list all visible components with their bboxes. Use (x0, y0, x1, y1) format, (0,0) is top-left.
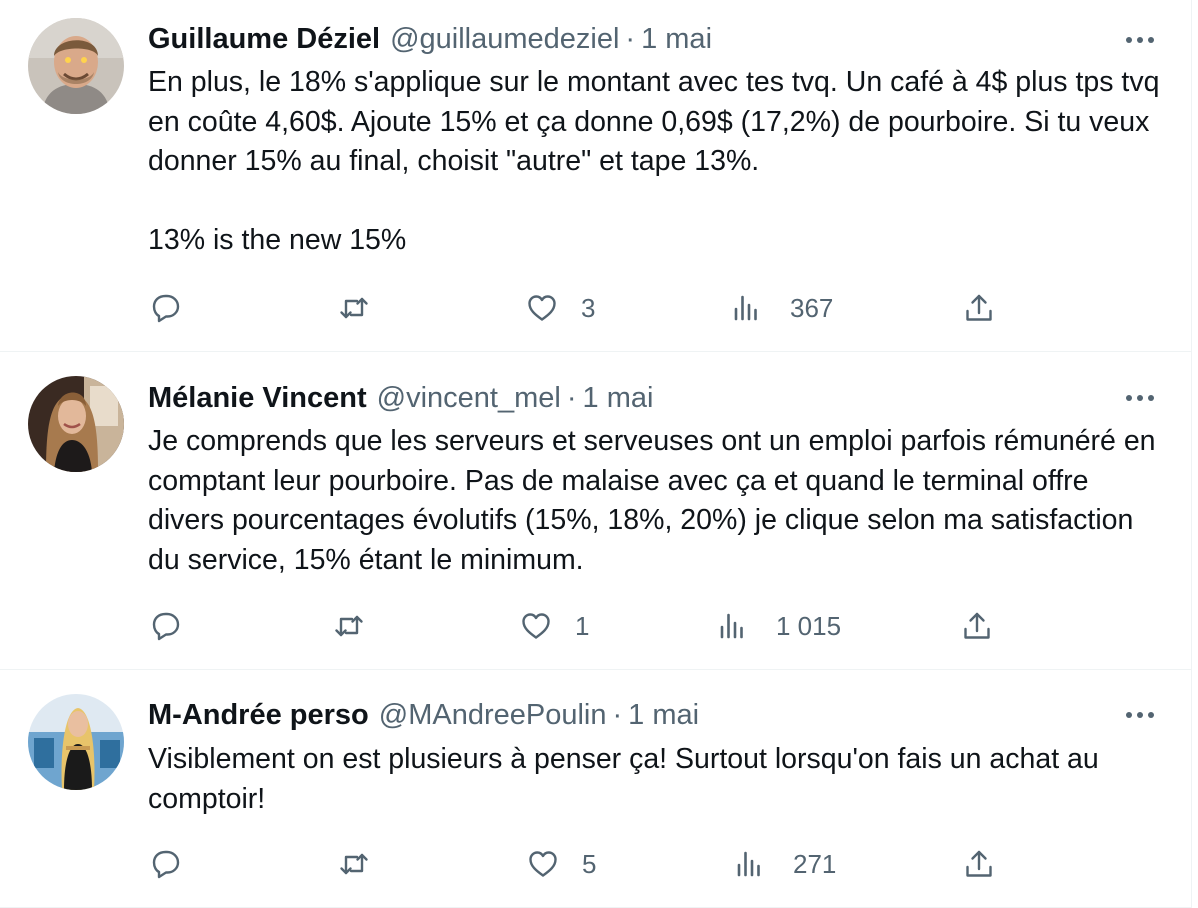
share-icon (964, 612, 990, 639)
reply-icon (152, 612, 180, 641)
more-button[interactable] (1122, 22, 1158, 58)
views-button[interactable]: 271 (733, 844, 836, 884)
retweet-button[interactable] (337, 844, 371, 884)
views-button[interactable]: 367 (730, 288, 833, 328)
tweet-feed: Guillaume Déziel @guillaumedeziel · 1 ma… (0, 0, 1198, 908)
author-handle[interactable]: @guillaumedeziel (390, 21, 619, 57)
like-count: 1 (575, 610, 590, 641)
separator-dot: · (625, 23, 636, 55)
author-handle[interactable]: @MAndreePoulin (379, 697, 607, 733)
tweet[interactable]: M-Andrée perso @MAndreePoulin · 1 mai Vi… (0, 670, 1192, 908)
tweet-paragraph: En plus, le 18% s'applique sur le montan… (148, 66, 1160, 177)
views-icon (720, 613, 743, 639)
avatar[interactable] (28, 694, 124, 790)
view-count: 367 (790, 292, 834, 323)
like-button[interactable]: 3 (525, 288, 595, 328)
heart-icon (529, 851, 557, 877)
reply-button[interactable] (149, 606, 183, 646)
avatar[interactable] (28, 376, 124, 472)
like-count: 3 (581, 292, 596, 323)
reply-button[interactable] (149, 288, 183, 328)
more-icon (1126, 395, 1154, 401)
tweet-paragraph: Je comprends que les serveurs et serveus… (148, 425, 1156, 576)
more-icon (1126, 712, 1154, 718)
reply-icon (152, 850, 180, 879)
tweet-text: Je comprends que les serveurs et serveus… (148, 422, 1168, 580)
reply-icon (152, 294, 180, 323)
like-button[interactable]: 1 (519, 606, 589, 646)
share-button[interactable] (962, 844, 996, 884)
tweet-header: Guillaume Déziel @guillaumedeziel · 1 ma… (148, 21, 1152, 57)
view-count: 271 (793, 848, 837, 879)
author-handle[interactable]: @vincent_mel (377, 380, 561, 416)
more-icon (1126, 37, 1154, 43)
heart-icon (528, 295, 556, 321)
views-icon (734, 295, 757, 321)
tweet-text: En plus, le 18% s'applique sur le montan… (148, 63, 1168, 261)
like-button[interactable]: 5 (526, 844, 596, 884)
retweet-button[interactable] (337, 288, 371, 328)
retweet-icon (340, 853, 368, 875)
retweet-button[interactable] (332, 606, 366, 646)
tweet-paragraph: 13% is the new 15% (148, 224, 407, 256)
view-count: 1 015 (776, 610, 842, 641)
tweet[interactable]: Guillaume Déziel @guillaumedeziel · 1 ma… (0, 0, 1192, 352)
separator-dot: · (612, 699, 623, 731)
retweet-icon (335, 615, 363, 637)
avatar[interactable] (28, 18, 124, 114)
more-button[interactable] (1122, 697, 1158, 733)
timestamp[interactable]: 1 mai (628, 697, 699, 733)
share-button[interactable] (960, 606, 994, 646)
author-name[interactable]: M-Andrée perso (148, 697, 369, 733)
author-name[interactable]: Mélanie Vincent (148, 380, 367, 416)
author-name[interactable]: Guillaume Déziel (148, 21, 380, 57)
share-icon (966, 294, 992, 321)
timestamp[interactable]: 1 mai (641, 21, 712, 57)
views-button[interactable]: 1 015 (716, 606, 841, 646)
like-count: 5 (582, 848, 597, 879)
tweet-text: Visiblement on est plusieurs à penser ça… (148, 740, 1168, 819)
more-button[interactable] (1122, 380, 1158, 416)
heart-icon (522, 613, 550, 639)
share-icon (966, 850, 992, 877)
tweet[interactable]: Mélanie Vincent @vincent_mel · 1 mai Je … (0, 352, 1192, 670)
share-button[interactable] (962, 288, 996, 328)
tweet-paragraph: Visiblement on est plusieurs à penser ça… (148, 743, 1099, 815)
views-icon (737, 851, 760, 877)
tweet-header: Mélanie Vincent @vincent_mel · 1 mai (148, 380, 1152, 416)
separator-dot: · (566, 382, 577, 414)
retweet-icon (340, 297, 368, 319)
reply-button[interactable] (149, 844, 183, 884)
timestamp[interactable]: 1 mai (583, 380, 654, 416)
tweet-header: M-Andrée perso @MAndreePoulin · 1 mai (148, 697, 1152, 733)
